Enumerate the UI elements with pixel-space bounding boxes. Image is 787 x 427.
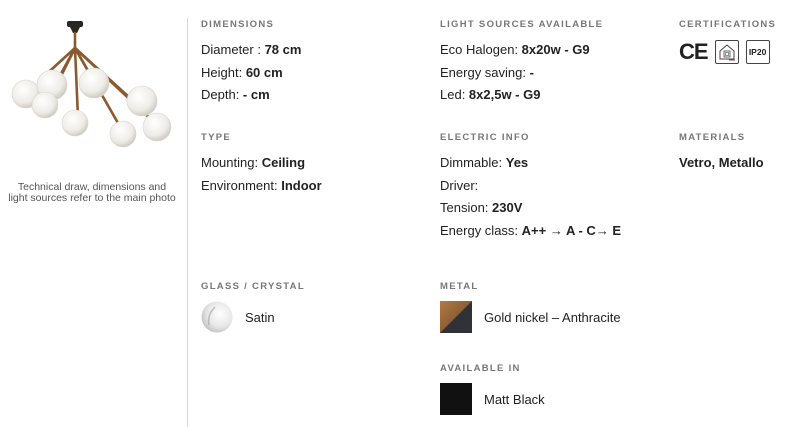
glass-option-label: Satin	[245, 309, 275, 325]
section-title: DIMENSIONS	[201, 19, 275, 30]
spec-row-driver: Driver:	[440, 177, 479, 193]
metal-option-label: Gold nickel – Anthracite	[484, 309, 621, 325]
light-sources-section: LIGHT SOURCES AVAILABLE Eco Halogen: 8x2…	[440, 19, 603, 107]
section-title: ELECTRIC INFO	[440, 132, 530, 143]
materials-value: Vetro, Metallo	[679, 155, 764, 170]
divider	[187, 18, 188, 427]
materials-section: MATERIALS Vetro, Metallo	[679, 132, 764, 175]
ce-mark-icon: CE	[679, 39, 709, 64]
certifications-section: CERTIFICATIONS CE IP20	[679, 19, 776, 65]
section-title: AVAILABLE IN	[440, 363, 521, 374]
spec-row-environment: Environment: Indoor	[201, 177, 322, 193]
finish-option-label: Matt Black	[484, 391, 545, 407]
spec-row-energy-saving: Energy saving: -	[440, 64, 534, 80]
product-panel: Technical draw, dimensions and light sou…	[0, 0, 186, 427]
glass-section: GLASS / CRYSTAL Satin	[201, 281, 305, 333]
gold-anthracite-swatch	[440, 301, 472, 333]
spec-row-height: Height: 60 cm	[201, 64, 283, 80]
type-section: TYPE Mounting: Ceiling Environment: Indo…	[201, 132, 322, 197]
certification-icons: CE IP20	[679, 39, 776, 65]
finish-option: Matt Black	[440, 383, 545, 415]
spec-row-tension: Tension: 230V	[440, 200, 523, 215]
section-title: MATERIALS	[679, 132, 746, 143]
spec-row-dimmable: Dimmable: Yes	[440, 155, 529, 170]
metal-section: METAL Gold nickel – Anthracite	[440, 281, 621, 333]
section-title: TYPE	[201, 132, 232, 143]
section-title: LIGHT SOURCES AVAILABLE	[440, 19, 604, 30]
metal-option: Gold nickel – Anthracite	[440, 301, 621, 333]
spec-row-led: Led: 8x2,5w - G9	[440, 87, 541, 102]
satin-glass-swatch	[201, 301, 233, 333]
available-in-section: AVAILABLE IN Matt Black	[440, 363, 545, 415]
section-title: CERTIFICATIONS	[679, 19, 777, 30]
spec-row-mounting: Mounting: Ceiling	[201, 155, 306, 170]
spec-row-depth: Depth: - cm	[201, 87, 270, 102]
matt-black-swatch	[440, 383, 472, 415]
product-lamp-image	[11, 21, 172, 148]
section-title: METAL	[440, 281, 479, 292]
section-title: GLASS / CRYSTAL	[201, 281, 305, 292]
glass-option: Satin	[201, 301, 305, 333]
dimensions-section: DIMENSIONS Diameter : 78 cm Height: 60 c…	[201, 19, 301, 107]
class-ii-indoor-icon	[714, 40, 739, 64]
ip20-icon: IP20	[745, 40, 770, 64]
spec-row-diameter: Diameter : 78 cm	[201, 42, 302, 57]
spec-row-energy-class: Energy class: A++ → A - C→ E	[440, 222, 622, 238]
spec-row-eco-halogen: Eco Halogen: 8x20w - G9	[440, 42, 590, 57]
electric-info-section: ELECTRIC INFO Dimmable: Yes Driver: Tens…	[440, 132, 621, 242]
image-caption: Technical draw, dimensions and light sou…	[8, 181, 176, 204]
